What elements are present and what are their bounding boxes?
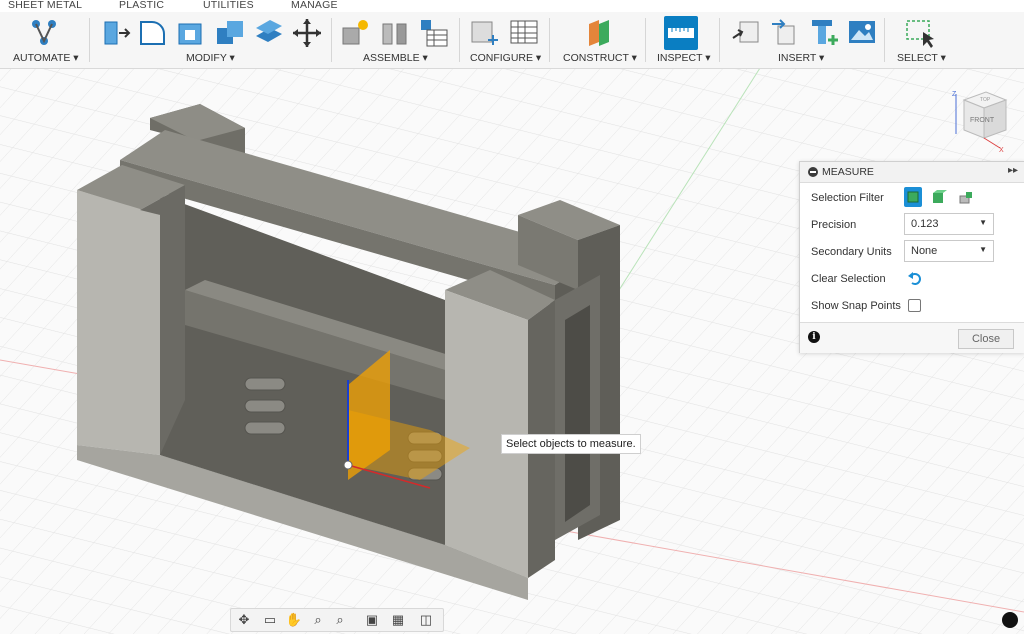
grid-settings-icon[interactable]: ▦ [389, 611, 407, 629]
precision-label: Precision [811, 219, 857, 231]
configure-icon[interactable] [468, 16, 502, 50]
filter-face-button[interactable] [904, 187, 922, 207]
look-at-icon[interactable]: ▭ [261, 611, 279, 629]
chevron-down-icon: ▼ [979, 218, 987, 227]
tab-sheet-metal[interactable]: SHEET METAL [8, 0, 82, 11]
group-select[interactable]: SELECT ▾ [897, 52, 946, 64]
filter-body-button[interactable] [931, 189, 947, 205]
measure-panel: MEASURE ▸▸ Selection Filter Precision 0.… [799, 161, 1024, 353]
group-assemble[interactable]: ASSEMBLE ▾ [363, 52, 428, 64]
display-settings-icon[interactable]: ▣ [363, 611, 381, 629]
help-icon[interactable] [1002, 612, 1018, 628]
viewports-icon[interactable]: ◫ [417, 611, 435, 629]
clear-selection-button[interactable] [907, 270, 923, 286]
group-inspect[interactable]: INSPECT ▾ [657, 52, 711, 64]
bill-of-materials-icon[interactable] [417, 16, 451, 50]
zoom-icon[interactable]: ⌕ [309, 611, 327, 629]
fillet-icon[interactable] [136, 16, 170, 50]
offset-faces-icon[interactable] [252, 16, 286, 50]
tab-manage[interactable]: MANAGE [291, 0, 338, 11]
insert-derive-icon[interactable] [730, 16, 764, 50]
move-icon[interactable] [290, 16, 324, 50]
new-component-icon[interactable] [339, 16, 373, 50]
face-icon [907, 191, 919, 203]
tab-utilities[interactable]: UTILITIES [203, 0, 254, 11]
show-snap-points-label: Show Snap Points [811, 300, 901, 312]
toolbar: AUTOMATE ▾ MODIFY ▾ ASSEMBLE ▾ CONFIGURE… [0, 12, 1024, 69]
info-icon[interactable]: i [808, 331, 820, 343]
insert-mesh-icon[interactable] [768, 16, 802, 50]
fit-icon[interactable]: ⌕ [331, 611, 349, 629]
workspace-tabs: SHEET METAL PLASTIC UTILITIES MANAGE [0, 0, 1024, 12]
automate-icon[interactable] [27, 16, 61, 50]
axis-x-label: X [999, 147, 1004, 154]
show-snap-points-checkbox[interactable] [908, 299, 921, 312]
insert-mcmaster-icon[interactable] [806, 16, 840, 50]
joint-icon[interactable] [378, 16, 412, 50]
collapse-icon[interactable] [808, 167, 818, 177]
axis-z-label: Z [952, 91, 957, 98]
close-button[interactable]: Close [958, 329, 1014, 349]
press-pull-icon[interactable] [99, 16, 133, 50]
group-modify[interactable]: MODIFY ▾ [186, 52, 235, 64]
tab-plastic[interactable]: PLASTIC [119, 0, 164, 11]
measure-header[interactable]: MEASURE ▸▸ [800, 162, 1024, 183]
group-construct[interactable]: CONSTRUCT ▾ [563, 52, 637, 64]
pan-icon[interactable]: ✋ [285, 611, 303, 629]
shell-icon[interactable] [174, 16, 208, 50]
group-insert[interactable]: INSERT ▾ [778, 52, 824, 64]
measure-footer: i Close [800, 322, 1024, 353]
precision-dropdown[interactable]: 0.123 ▼ [904, 213, 994, 235]
undo-icon [908, 272, 921, 285]
configuration-table-icon[interactable] [507, 16, 541, 50]
viewcube-front-label: FRONT [970, 117, 995, 124]
insert-canvas-icon[interactable] [845, 16, 879, 50]
chevron-down-icon: ▼ [979, 245, 987, 254]
viewcube-top-label: TOP [980, 97, 991, 103]
filter-component-button[interactable] [958, 189, 974, 205]
navigation-bar: ✥ ▭ ✋ ⌕ ⌕ ▣ ▦ ◫ [230, 608, 444, 632]
precision-value: 0.123 [911, 218, 939, 230]
component-icon [959, 192, 972, 204]
view-cube[interactable]: FRONT TOP Z X [946, 86, 1016, 156]
body-icon [933, 190, 947, 203]
offset-plane-icon[interactable] [583, 16, 617, 50]
orbit-icon[interactable]: ✥ [235, 611, 253, 629]
expand-icon[interactable]: ▸▸ [1008, 165, 1018, 176]
selection-filter-label: Selection Filter [811, 192, 884, 204]
combine-icon[interactable] [213, 16, 247, 50]
measure-tooltip: Select objects to measure. [501, 434, 641, 454]
group-automate[interactable]: AUTOMATE ▾ [13, 52, 79, 64]
secondary-units-dropdown[interactable]: None ▼ [904, 240, 994, 262]
secondary-units-label: Secondary Units [811, 246, 892, 258]
measure-title: MEASURE [822, 166, 874, 178]
measure-icon[interactable] [664, 16, 698, 50]
select-window-icon[interactable] [903, 16, 937, 50]
clear-selection-label: Clear Selection [811, 273, 886, 285]
group-configure[interactable]: CONFIGURE ▾ [470, 52, 541, 64]
secondary-units-value: None [911, 245, 938, 257]
